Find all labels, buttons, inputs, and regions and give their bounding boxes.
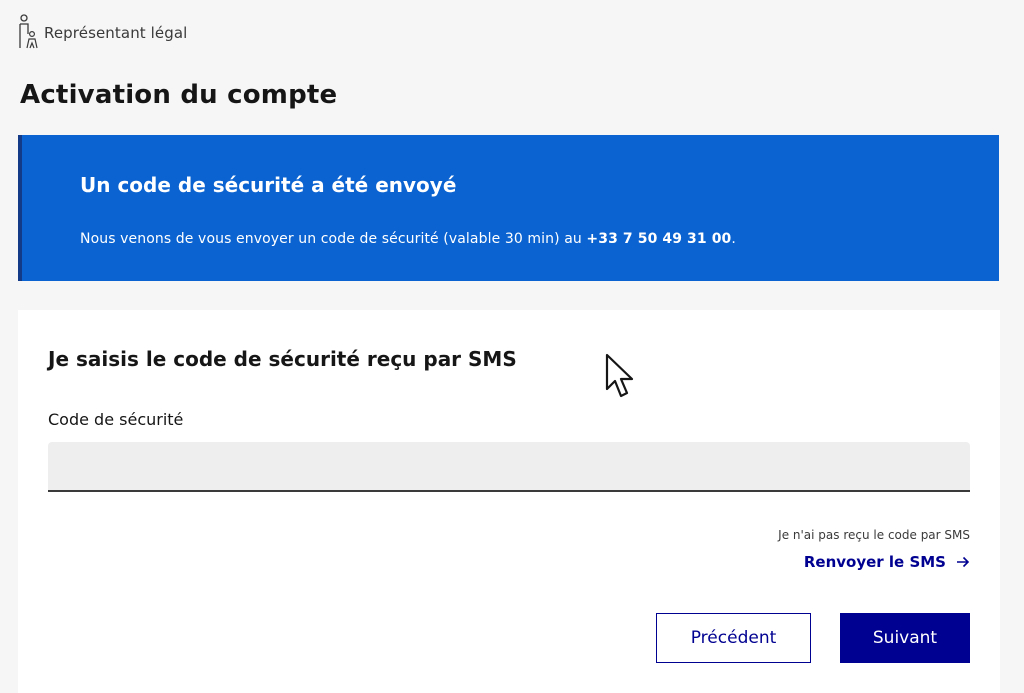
next-button[interactable]: Suivant (840, 613, 970, 663)
previous-button[interactable]: Précédent (656, 613, 811, 663)
notice-title: Un code de sécurité a été envoyé (80, 173, 457, 197)
person-child-icon (19, 14, 38, 49)
role-indicator: Représentant légal (18, 14, 187, 52)
notice-text-prefix: Nous venons de vous envoyer un code de s… (80, 231, 587, 247)
notice-text-suffix: . (731, 231, 736, 247)
notice-phone-number: +33 7 50 49 31 00 (586, 231, 732, 247)
form-title: Je saisis le code de sécurité reçu par S… (48, 347, 517, 371)
info-notice: Un code de sécurité a été envoyé Nous ve… (18, 135, 999, 281)
resend-hint: Je n'ai pas reçu le code par SMS (778, 528, 970, 542)
resend-sms-label: Renvoyer le SMS (803, 553, 946, 571)
security-code-form: Je saisis le code de sécurité reçu par S… (18, 310, 1000, 693)
resend-sms-link[interactable]: Renvoyer le SMS (804, 553, 970, 571)
page-title: Activation du compte (20, 80, 338, 110)
notice-text: Nous venons de vous envoyer un code de s… (80, 231, 736, 247)
role-label: Représentant légal (44, 24, 188, 42)
arrow-right-icon (957, 556, 970, 568)
security-code-label: Code de sécurité (48, 410, 184, 429)
security-code-input[interactable] (48, 442, 970, 492)
